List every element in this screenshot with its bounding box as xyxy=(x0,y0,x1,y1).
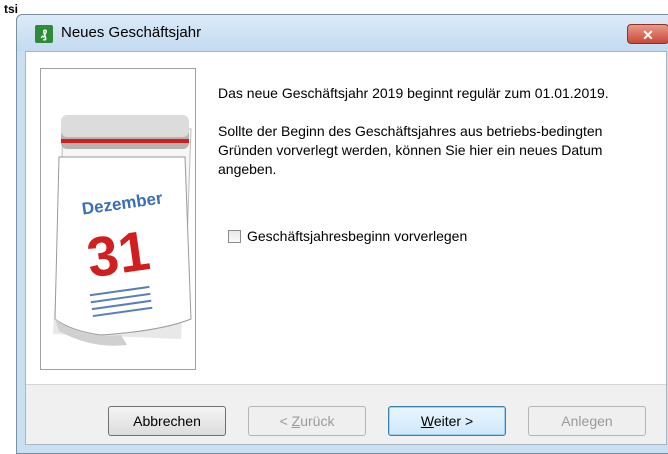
close-button[interactable]: ✕ xyxy=(627,24,668,44)
info-paragraph-2: Sollte der Beginn des Geschäftsjahres au… xyxy=(218,123,603,177)
finish-button-label: Anlegen xyxy=(561,413,613,429)
back-button[interactable]: < Zurück xyxy=(248,406,366,436)
background-window-text: tsi xyxy=(4,2,19,16)
accounting-app-icon: ₰ xyxy=(35,25,53,43)
calendar-day-text: 31 xyxy=(83,218,153,289)
back-button-mnemonic: Z xyxy=(291,413,301,429)
info-paragraph-1: Das neue Geschäftsjahr 2019 beginnt regu… xyxy=(218,85,609,101)
window-title: Neues Geschäftsjahr xyxy=(61,24,202,41)
next-button-mnemonic: W xyxy=(420,413,434,429)
dialog-window: ₰ Neues Geschäftsjahr ✕ Dezember 31 Das … xyxy=(16,14,668,454)
title-bar[interactable]: ₰ Neues Geschäftsjahr ✕ xyxy=(17,15,668,51)
back-button-label: urück xyxy=(300,413,335,429)
back-button-prefix: < xyxy=(279,413,292,429)
tear-off-calendar-icon: Dezember 31 xyxy=(53,115,192,346)
cancel-button[interactable]: Abbrechen xyxy=(108,406,226,436)
move-fiscal-year-start-checkbox-row[interactable]: Geschäftsjahresbeginn vorverlegen xyxy=(228,228,467,244)
image-panel: Dezember 31 xyxy=(40,68,196,370)
finish-button[interactable]: Anlegen xyxy=(528,406,646,436)
move-fiscal-year-start-checkbox[interactable] xyxy=(228,229,241,243)
info-text: Das neue Geschäftsjahr 2019 beginnt regu… xyxy=(218,84,628,179)
checkbox-label[interactable]: Geschäftsjahresbeginn vorverlegen xyxy=(247,228,467,244)
content-area: Dezember 31 Das neue Geschäftsjahr 2019 … xyxy=(26,52,666,385)
next-button[interactable]: Weiter > xyxy=(388,406,506,436)
cancel-button-label: Abbrechen xyxy=(133,413,201,429)
next-button-label: eiter > xyxy=(433,413,474,429)
close-icon: ✕ xyxy=(642,27,654,43)
dialog-client-area: Dezember 31 Das neue Geschäftsjahr 2019 … xyxy=(25,51,667,445)
